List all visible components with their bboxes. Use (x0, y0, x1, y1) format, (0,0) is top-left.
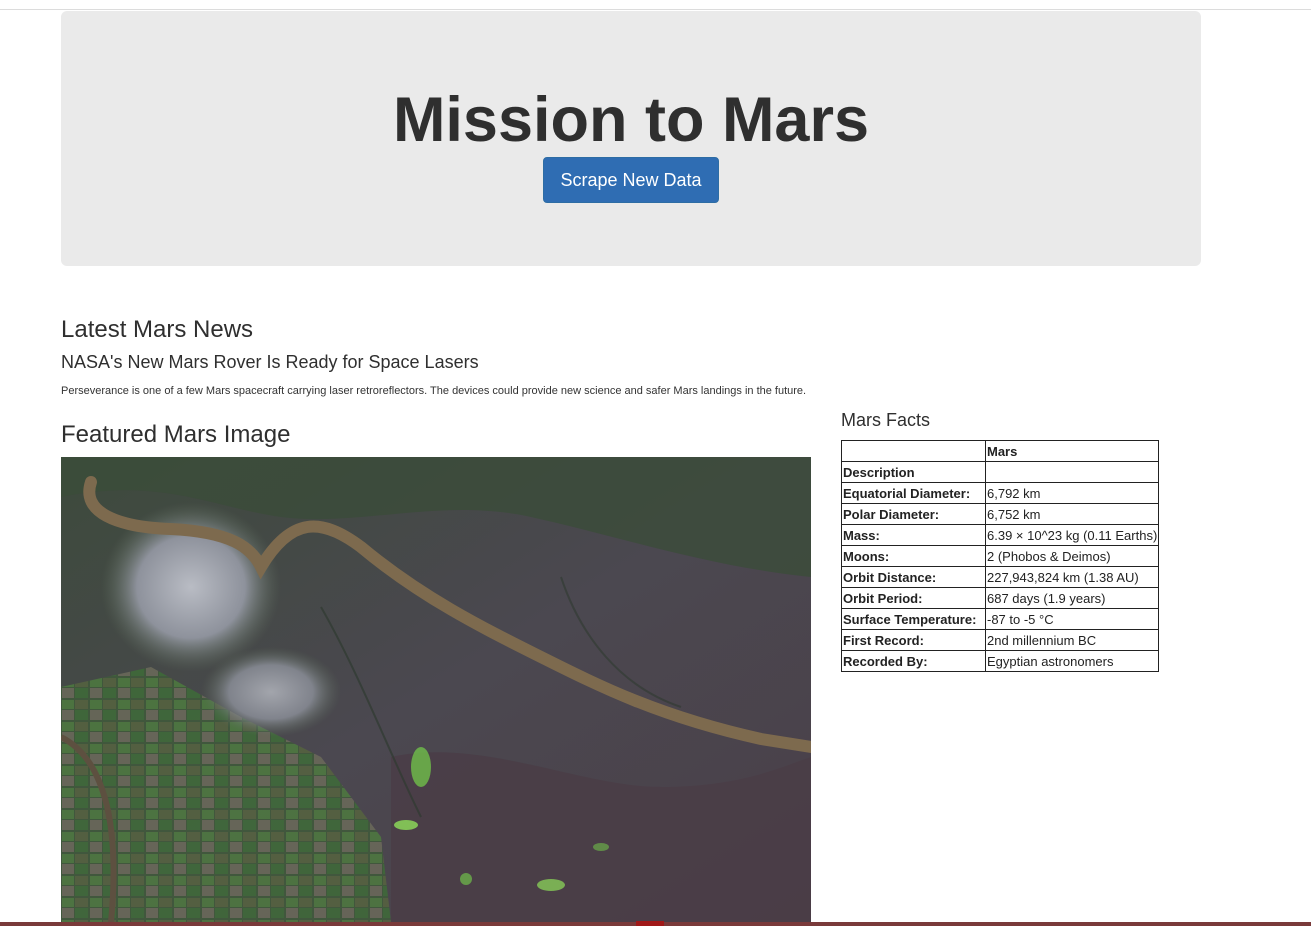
row-value: 6,792 km (984, 482, 1160, 504)
table-row: Orbit Period: 687 days (1.9 years) (841, 587, 1160, 609)
row-label: Moons: (841, 545, 986, 567)
table-row: Surface Temperature: -87 to -5 °C (841, 608, 1160, 630)
row-value: -87 to -5 °C (984, 608, 1160, 630)
table-row: Polar Diameter: 6,752 km (841, 503, 1160, 525)
table-header-row: Mars (841, 440, 1160, 462)
table-index-row: Description (841, 461, 1160, 483)
row-label: Equatorial Diameter: (841, 482, 986, 504)
row-value: 687 days (1.9 years) (984, 587, 1160, 609)
row-value: 6.39 × 10^23 kg (0.11 Earths) (984, 524, 1160, 546)
table-row: Recorded By: Egyptian astronomers (841, 650, 1160, 672)
row-label: Polar Diameter: (841, 503, 986, 525)
news-paragraph: Perseverance is one of a few Mars spacec… (61, 385, 807, 397)
row-label: Surface Temperature: (841, 608, 986, 630)
scrape-new-data-button[interactable]: Scrape New Data (543, 157, 719, 203)
latest-news-heading: Latest Mars News (61, 316, 254, 343)
row-value: Egyptian astronomers (984, 650, 1160, 672)
row-label: Mass: (841, 524, 986, 546)
row-label: Orbit Period: (841, 587, 986, 609)
row-value: 6,752 km (984, 503, 1160, 525)
table-row: Moons: 2 (Phobos & Deimos) (841, 545, 1160, 567)
row-value: 227,943,824 km (1.38 AU) (984, 566, 1160, 588)
table-row: Orbit Distance: 227,943,824 km (1.38 AU) (841, 566, 1160, 588)
row-label: Recorded By: (841, 650, 986, 672)
row-value: 2 (Phobos & Deimos) (984, 545, 1160, 567)
bottom-bar-marker (636, 921, 664, 926)
row-label: Orbit Distance: (841, 566, 986, 588)
row-value: 2nd millennium BC (984, 629, 1160, 651)
row-label: First Record: (841, 629, 986, 651)
index-label: Description (841, 461, 986, 483)
browser-top-border (0, 0, 1311, 10)
index-empty-cell (984, 461, 1160, 483)
table-corner-cell (841, 440, 986, 462)
satellite-image (61, 457, 811, 922)
jumbotron: Mission to Mars Scrape New Data (61, 11, 1201, 266)
featured-image-heading: Featured Mars Image (61, 421, 291, 448)
column-header-mars: Mars (984, 440, 1160, 462)
news-title: NASA's New Mars Rover Is Ready for Space… (61, 352, 479, 372)
mars-facts-heading: Mars Facts (841, 410, 931, 430)
table-row: First Record: 2nd millennium BC (841, 629, 1160, 651)
featured-mars-image[interactable] (61, 457, 811, 922)
page-title: Mission to Mars (392, 85, 870, 155)
mars-facts-table: Mars Description Equatorial Diameter: 6,… (841, 440, 1160, 672)
table-row: Equatorial Diameter: 6,792 km (841, 482, 1160, 504)
table-row: Mass: 6.39 × 10^23 kg (0.11 Earths) (841, 524, 1160, 546)
